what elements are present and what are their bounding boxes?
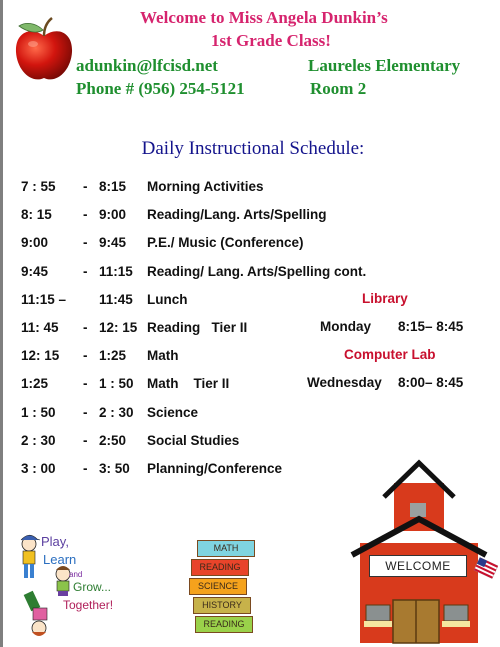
library-time: 8:15– 8:45 (398, 319, 464, 334)
time-separator: - (83, 235, 88, 251)
computer-lab-label: Computer Lab (344, 347, 436, 362)
start-time: 1 : 50 (21, 404, 56, 420)
schoolhouse-icon (350, 459, 498, 644)
play-text: Play, (41, 534, 69, 549)
end-time: 3: 50 (99, 461, 130, 476)
end-time: 11:45 (99, 291, 133, 307)
activity-name: Math Tier II (147, 376, 230, 392)
email-link[interactable]: adunkin@lfcisd.net (76, 56, 218, 76)
end-time: 9:00 (99, 207, 127, 223)
end-time: 1 : 50 (99, 376, 134, 392)
end-time: 2:50 (99, 432, 127, 448)
activity-name: Reading Tier II (147, 320, 248, 335)
time-separator: - (83, 179, 88, 194)
welcome-line-1: Welcome to Miss Angela Dunkin’s (140, 8, 388, 27)
start-time: 7 : 55 (21, 179, 56, 194)
library-label: Library (362, 291, 408, 306)
welcome-line-2: 1st Grade Class! (211, 31, 331, 50)
school-name: Laureles Elementary (308, 56, 461, 75)
activity-name: Morning Activities (147, 179, 264, 194)
book-stack-clipart: MATH READING SCIENCE HISTORY READING (189, 540, 269, 640)
welcome-sign: WELCOME (369, 555, 467, 577)
schoolhouse-clipart: WELCOME (348, 455, 498, 645)
end-time: 2 : 30 (99, 404, 134, 420)
time-separator: - (83, 432, 88, 448)
book-spine: READING (195, 616, 253, 633)
start-time: 9:00 (21, 235, 49, 251)
room-number: Room 2 (310, 79, 367, 98)
end-time: 1:25 (99, 348, 127, 364)
activity-name: Lunch (147, 291, 188, 307)
activity-name: Science (147, 404, 199, 420)
start-time: 11: 45 (21, 320, 59, 335)
computer-lab-day: Wednesday (307, 375, 382, 390)
book-spine: READING (191, 559, 249, 576)
end-time: 8:15 (99, 179, 127, 194)
activity-name: Planning/Conference (147, 461, 283, 476)
and-text: and (69, 570, 83, 579)
time-separator: - (83, 348, 88, 364)
start-time: 9:45 (21, 263, 49, 279)
book-spine: SCIENCE (189, 578, 247, 595)
time-separator: - (83, 376, 88, 392)
time-separator: - (83, 404, 88, 420)
apple-icon (15, 17, 73, 80)
time-separator: - (83, 207, 88, 223)
start-time: 1:25 (21, 376, 49, 392)
book-spine: MATH (197, 540, 255, 557)
library-day: Monday (320, 319, 372, 334)
grow-text: Grow... (73, 580, 112, 594)
end-time: 12: 15 (99, 320, 138, 335)
end-time: 9:45 (99, 235, 127, 251)
start-time: 12: 15 (21, 348, 60, 364)
activity-name: Reading/Lang. Arts/Spelling (147, 207, 327, 223)
time-separator: - (83, 320, 88, 335)
start-time: 3 : 00 (21, 461, 56, 476)
schedule-title: Daily Instructional Schedule: (141, 138, 365, 159)
start-time: 8: 15 (21, 207, 52, 223)
together-text: Together! (63, 598, 114, 612)
start-time: 2 : 30 (21, 432, 56, 448)
computer-lab-time: 8:00– 8:45 (398, 375, 464, 390)
end-time: 11:15 (99, 263, 133, 279)
phone-number: Phone # (956) 254-5121 (76, 79, 245, 98)
start-time: 11:15 – (21, 291, 67, 307)
learn-text: Learn (43, 552, 77, 567)
time-separator: - (83, 263, 88, 279)
activity-name: Math (147, 348, 179, 364)
book-spine: HISTORY (193, 597, 251, 614)
activity-name: Social Studies (147, 432, 240, 448)
time-separator: - (83, 461, 88, 476)
flyer-page: Welcome to Miss Angela Dunkin’s 1st Grad… (0, 0, 500, 647)
activity-name: P.E./ Music (Conference) (147, 235, 304, 251)
play-learn-grow-clipart: Play, Learn and Grow... Together! (13, 528, 113, 643)
activity-name: Reading/ Lang. Arts/Spelling cont. (147, 263, 367, 279)
